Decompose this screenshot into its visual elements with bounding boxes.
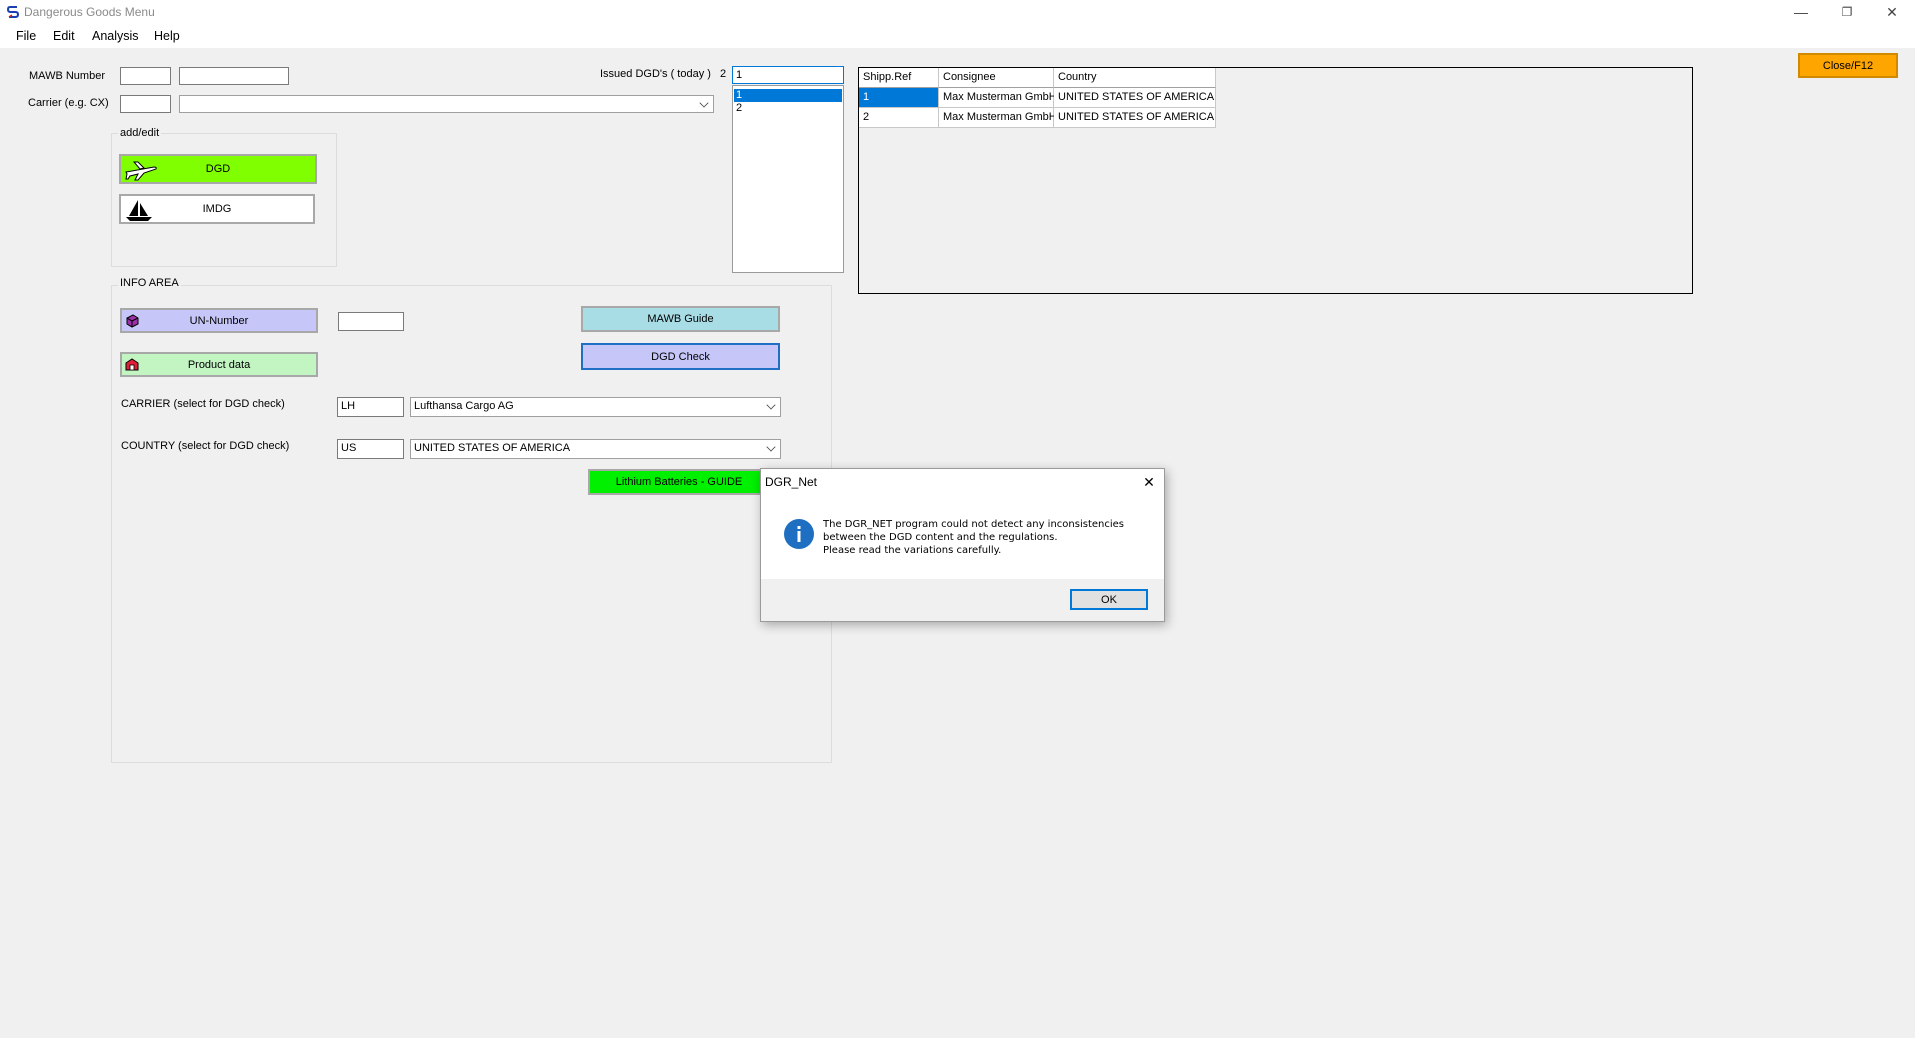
add-edit-legend: add/edit [118,127,162,139]
close-f12-button[interactable]: Close/F12 [1798,53,1898,78]
dialog-footer: OK [761,579,1164,621]
chevron-down-icon [699,98,709,108]
imdg-button[interactable]: IMDG [119,194,315,224]
issued-dgd-list[interactable]: 1 2 [732,85,844,273]
airplane-icon [125,161,157,181]
country-check-code-input[interactable]: US [337,439,404,459]
carrier-code-input[interactable] [120,95,171,113]
window-title: Dangerous Goods Menu [24,5,155,19]
info-area-legend: INFO AREA [118,277,181,289]
menu-file[interactable]: File [16,29,36,43]
product-data-label: Product data [187,358,251,371]
chevron-down-icon [766,400,776,410]
table-cell-country[interactable]: UNITED STATES OF AMERICA [1054,108,1216,128]
list-item[interactable]: 1 [734,89,842,102]
carrier-check-select-value: Lufthansa Cargo AG [414,400,514,412]
box-icon [125,358,139,371]
table-cell-consignee[interactable]: Max Musterman GmbH [939,108,1057,128]
mawb-guide-button[interactable]: MAWB Guide [581,306,780,332]
ship-icon [126,200,152,221]
table-cell-ref[interactable]: 1 [859,88,939,108]
menu-bar [0,24,1915,48]
carrier-check-label: CARRIER (select for DGD check) [121,398,285,410]
window-close-button[interactable]: ✕ [1869,0,1915,24]
dgd-button[interactable]: DGD [119,154,317,184]
table-cell-consignee[interactable]: Max Musterman GmbH [939,88,1057,108]
un-number-input[interactable] [338,312,404,331]
menu-help[interactable]: Help [154,29,180,43]
book-icon [126,314,139,328]
carrier-check-select[interactable]: Lufthansa Cargo AG [410,397,781,417]
dgd-check-button[interactable]: DGD Check [581,343,780,370]
menu-edit[interactable]: Edit [53,29,75,43]
dialog-message-line1: The DGR_NET program could not detect any… [823,519,1124,530]
table-cell-ref[interactable]: 2 [859,108,939,128]
message-dialog: DGR_Net ✕ The DGR_NET program could not … [760,468,1165,622]
ok-button[interactable]: OK [1070,589,1148,610]
dialog-message-line2: between the DGD content and the regulati… [823,532,1058,543]
product-data-button[interactable]: Product data [120,352,318,377]
chevron-down-icon [766,442,776,452]
carrier-select[interactable] [179,95,714,113]
list-item[interactable]: 2 [734,102,842,115]
mawb-number-label: MAWB Number [29,70,105,82]
dialog-close-button[interactable]: ✕ [1137,471,1161,493]
country-check-select[interactable]: UNITED STATES OF AMERICA [410,439,781,459]
info-icon [784,519,814,549]
country-check-select-value: UNITED STATES OF AMERICA [414,442,571,454]
minimize-button[interactable]: — [1778,0,1824,24]
mawb-number-input[interactable] [179,67,289,85]
country-check-label: COUNTRY (select for DGD check) [121,440,290,452]
carrier-label: Carrier (e.g. CX) [28,97,109,109]
issued-dgd-label: Issued DGD's ( today ) [600,68,711,80]
un-number-button[interactable]: UN-Number [120,308,318,333]
mawb-prefix-input[interactable] [120,67,171,85]
dialog-title: DGR_Net [765,475,818,489]
carrier-check-code-input[interactable]: LH [337,397,404,417]
column-header-shipp-ref[interactable]: Shipp.Ref [859,68,939,88]
app-icon [6,6,20,18]
dialog-message-line3: Please read the variations carefully. [823,545,1002,556]
shipments-grid[interactable]: Shipp.Ref Consignee Country 1 Max Muster… [858,67,1693,294]
column-header-consignee[interactable]: Consignee [939,68,1054,88]
table-cell-country[interactable]: UNITED STATES OF AMERICA [1054,88,1216,108]
column-header-country[interactable]: Country [1054,68,1216,88]
un-number-label: UN-Number [189,314,249,327]
restore-button[interactable]: ❐ [1824,0,1870,24]
dgd-button-label: DGD [205,163,231,175]
title-bar [0,0,1915,24]
menu-analysis[interactable]: Analysis [92,29,139,43]
issued-dgd-input[interactable]: 1 [732,66,844,84]
imdg-button-label: IMDG [202,203,232,215]
issued-dgd-count: 2 [720,68,727,80]
lithium-batteries-guide-button[interactable]: Lithium Batteries - GUIDE [588,469,770,495]
